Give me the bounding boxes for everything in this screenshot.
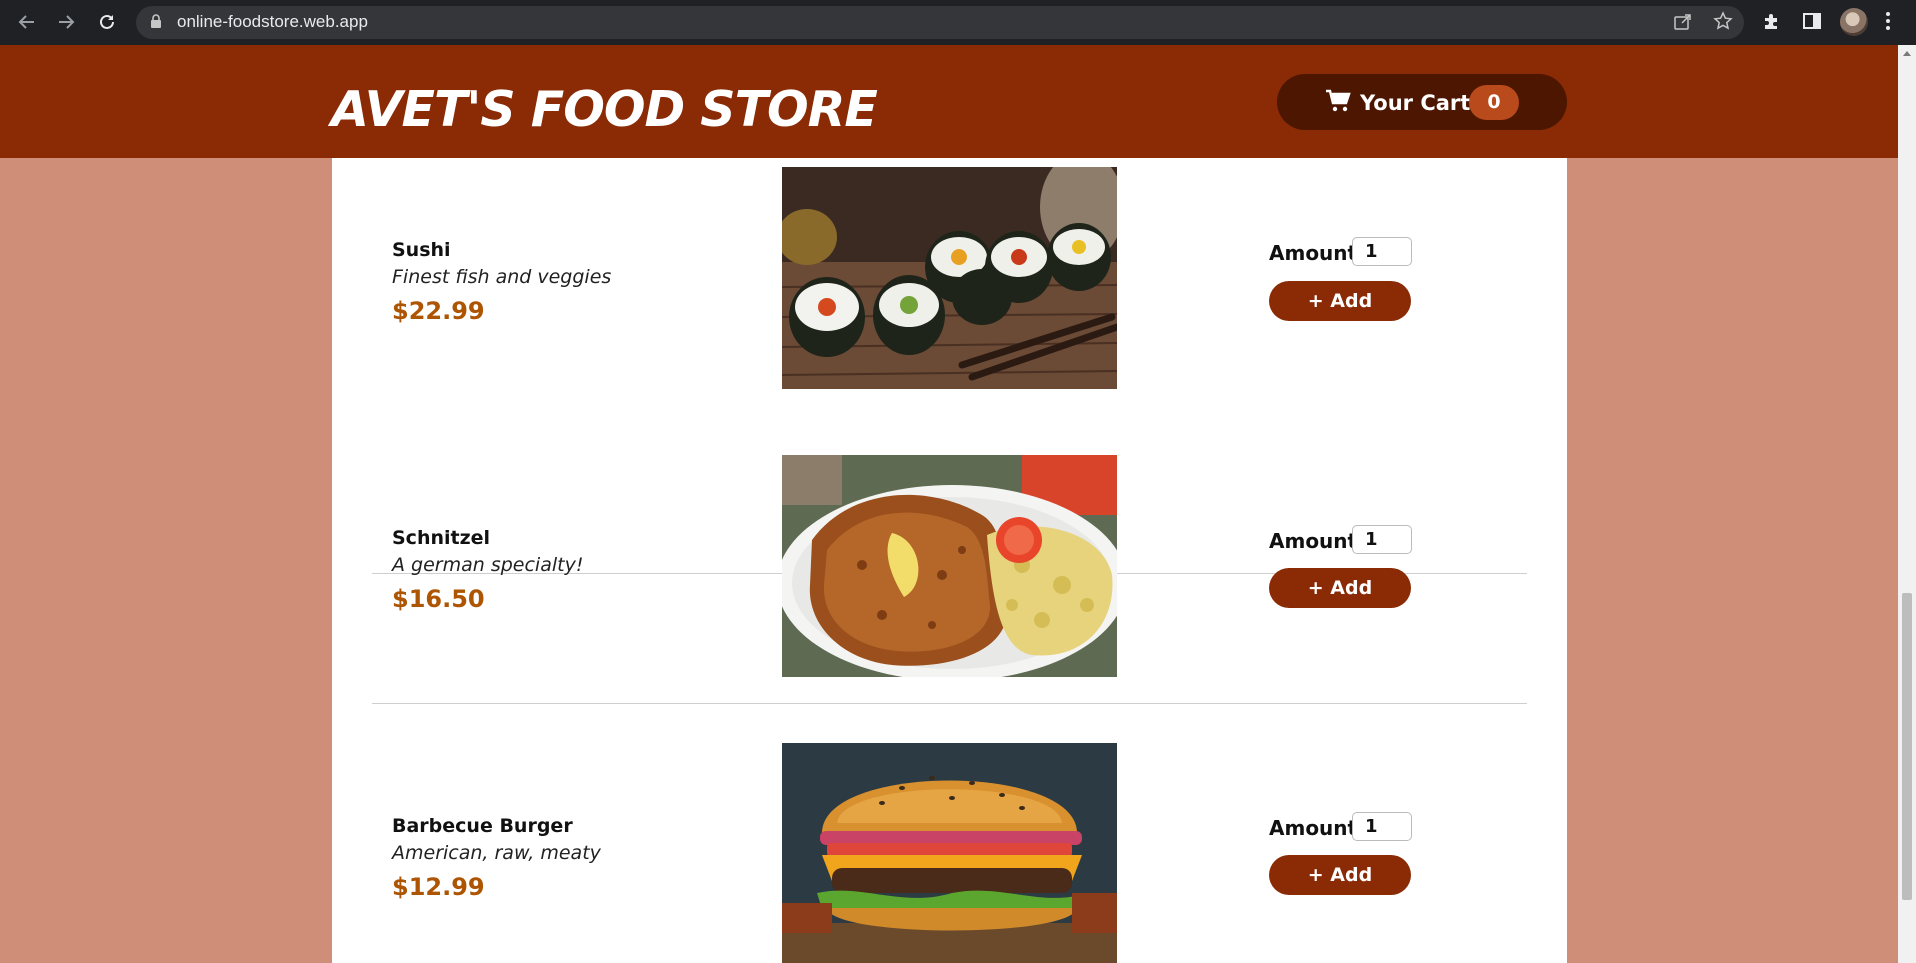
meal-description: American, raw, meaty [392,842,601,864]
amount-label: Amount [1269,529,1358,553]
profile-avatar[interactable] [1840,8,1868,36]
meal-price: $12.99 [392,873,485,901]
url-text[interactable]: online-foodstore.web.app [177,12,368,32]
scrollbar-thumb[interactable] [1902,593,1912,900]
meal-description: A german specialty! [392,554,584,576]
burger-photo [782,743,1117,963]
meal-item-burger: Barbecue Burger American, raw, meaty $12… [372,704,1527,963]
scroll-up-arrow-icon[interactable] [1903,51,1911,56]
puzzle-icon[interactable] [1762,11,1782,36]
kebab-menu-icon[interactable] [1885,11,1891,36]
add-to-cart-button[interactable]: + Add [1269,568,1411,608]
meal-description: Finest fish and veggies [392,266,612,288]
meal-item-schnitzel: Schnitzel A german specialty! $16.50 Amo… [372,416,1527,704]
amount-label: Amount [1269,816,1358,840]
meal-price: $16.50 [392,585,485,613]
add-to-cart-button[interactable]: + Add [1269,855,1411,895]
schnitzel-plate-photo [782,455,1117,677]
forward-arrow-icon[interactable] [52,8,80,36]
side-panel-icon[interactable] [1802,11,1822,36]
share-icon[interactable] [1673,11,1693,36]
lock-icon [150,14,162,33]
amount-label: Amount [1269,241,1358,265]
page-scrollbar[interactable] [1898,45,1916,963]
add-to-cart-button[interactable]: + Add [1269,281,1411,321]
reload-icon[interactable] [93,8,121,36]
meal-item-sushi: Sushi Finest fish and veggies $22.99 Amo… [372,158,1527,416]
meal-name: Schnitzel [392,527,491,549]
amount-input[interactable] [1352,525,1412,554]
amount-input[interactable] [1352,237,1412,266]
back-arrow-icon[interactable] [13,8,41,36]
meals-card: Sushi Finest fish and veggies $22.99 Amo… [332,158,1567,963]
star-icon[interactable] [1713,11,1733,36]
amount-input[interactable] [1352,812,1412,841]
meal-name: Sushi [392,239,451,261]
meal-name: Barbecue Burger [392,815,573,837]
sushi-rolls-photo [782,167,1117,389]
meal-price: $22.99 [392,297,485,325]
